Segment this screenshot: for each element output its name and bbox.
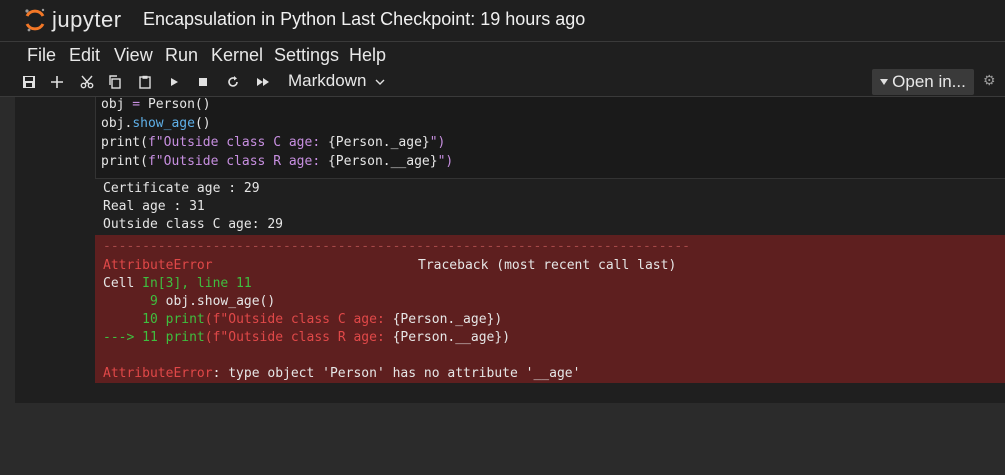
error-name: AttributeError	[103, 366, 213, 381]
code-token: )	[502, 330, 511, 345]
error-separator: ----------------------------------------…	[103, 239, 690, 254]
stop-icon[interactable]	[192, 71, 214, 93]
chevron-down-icon	[880, 79, 889, 85]
error-message: AttributeError: type object 'Person' has…	[103, 366, 580, 381]
code-cell-input[interactable]: obj = Person() obj.show_age() print(f"Ou…	[95, 97, 1005, 179]
copy-icon[interactable]	[104, 71, 126, 93]
code-token: Person()	[147, 97, 211, 112]
code-token: print(	[101, 154, 148, 169]
cell-label: Cell	[103, 276, 143, 291]
code-token: f"Outside class R age:	[147, 154, 328, 169]
output-line: Certificate age : 29	[103, 181, 260, 196]
code-token: {Person.__age}	[327, 154, 438, 169]
code-token: print(	[101, 135, 148, 150]
code-token: obj	[101, 97, 125, 112]
menu-bar: File Edit View Run Kernel Settings Help	[0, 42, 1005, 68]
error-cell-ref: Cell In[3], line 11	[103, 276, 252, 291]
code-token: obj.	[101, 116, 133, 131]
code-line-1: obj = Person()	[101, 97, 211, 112]
menu-view[interactable]: View	[114, 45, 153, 66]
fast-forward-icon[interactable]	[252, 71, 274, 93]
traceback-line-10: 10 print(f"Outside class C age: {Person.…	[103, 312, 502, 327]
code-line-2: obj.show_age()	[101, 116, 211, 131]
gear-icon[interactable]: ⚙	[983, 72, 996, 89]
code-line-3: print(f"Outside class C age: {Person._ag…	[101, 135, 445, 150]
menu-edit[interactable]: Edit	[69, 45, 100, 66]
restart-icon[interactable]	[222, 71, 244, 93]
code-token: f"Outside class C age:	[147, 135, 328, 150]
code-token: (f"Outside class C age:	[204, 312, 393, 327]
code-token: =	[124, 97, 148, 112]
code-token: ")	[437, 154, 454, 169]
traceback-line-9: 9 obj.show_age()	[103, 294, 275, 309]
code-token: show_age	[132, 116, 195, 131]
menu-help[interactable]: Help	[349, 45, 386, 66]
app-header: jupyter Encapsulation in Python Last Che…	[0, 0, 1005, 42]
code-token: (f"Outside class R age:	[204, 330, 393, 345]
cell-output-error: ----------------------------------------…	[95, 235, 1005, 383]
line-number: 10	[103, 312, 166, 327]
output-line: Outside class C age: 29	[103, 217, 284, 232]
chevron-down-icon	[375, 79, 385, 85]
open-in-button[interactable]: Open in...	[872, 69, 974, 95]
cell-type-dropdown[interactable]: Markdown	[288, 71, 385, 91]
menu-file[interactable]: File	[27, 45, 56, 66]
code-line-4: print(f"Outside class R age: {Person.__a…	[101, 154, 453, 169]
traceback-line-11: ---> 11 print(f"Outside class R age: {Pe…	[103, 330, 510, 345]
checkpoint-status: Last Checkpoint: 19 hours ago	[341, 9, 586, 29]
code-token: {Person.__age}	[392, 330, 503, 345]
output-line: Real age : 31	[103, 199, 205, 214]
notebook-name[interactable]: Encapsulation in Python	[143, 9, 336, 29]
error-header: AttributeError Traceback (most recent cal…	[103, 258, 676, 273]
code-token: print	[165, 330, 205, 345]
jupyter-logo-icon	[25, 8, 45, 32]
line-number: ---> 11	[103, 330, 166, 345]
error-name: AttributeError	[103, 258, 213, 273]
notebook-title[interactable]: Encapsulation in Python Last Checkpoint:…	[143, 9, 585, 30]
code-token: obj.show_age()	[165, 294, 276, 309]
toolbar: Markdown Open in... ⚙	[0, 68, 1005, 97]
traceback-label: Traceback (most recent call last)	[418, 258, 677, 273]
code-token: ")	[429, 135, 446, 150]
code-token: {Person._age}	[327, 135, 430, 150]
code-token: ()	[194, 116, 211, 131]
menu-settings[interactable]: Settings	[274, 45, 339, 66]
jupyter-logo[interactable]: jupyter	[24, 4, 122, 36]
code-token: print	[165, 312, 205, 327]
menu-kernel[interactable]: Kernel	[211, 45, 263, 66]
code-token: )	[494, 312, 503, 327]
logo-text: jupyter	[52, 7, 122, 32]
line-number: 9	[103, 294, 166, 309]
save-icon[interactable]	[18, 71, 40, 93]
cell-type-value: Markdown	[288, 71, 367, 90]
cell-output-stdout: Certificate age : 29 Real age : 31 Outsi…	[95, 181, 1005, 235]
plus-icon[interactable]	[46, 71, 68, 93]
cut-icon[interactable]	[76, 71, 98, 93]
cell-reference: In[3], line 11	[142, 276, 252, 291]
paste-icon[interactable]	[134, 71, 156, 93]
run-icon[interactable]	[163, 71, 185, 93]
open-in-label: Open in...	[892, 72, 966, 91]
menu-run[interactable]: Run	[165, 45, 198, 66]
error-text: : type object 'Person' has no attribute …	[212, 366, 581, 381]
code-token: {Person._age}	[392, 312, 495, 327]
